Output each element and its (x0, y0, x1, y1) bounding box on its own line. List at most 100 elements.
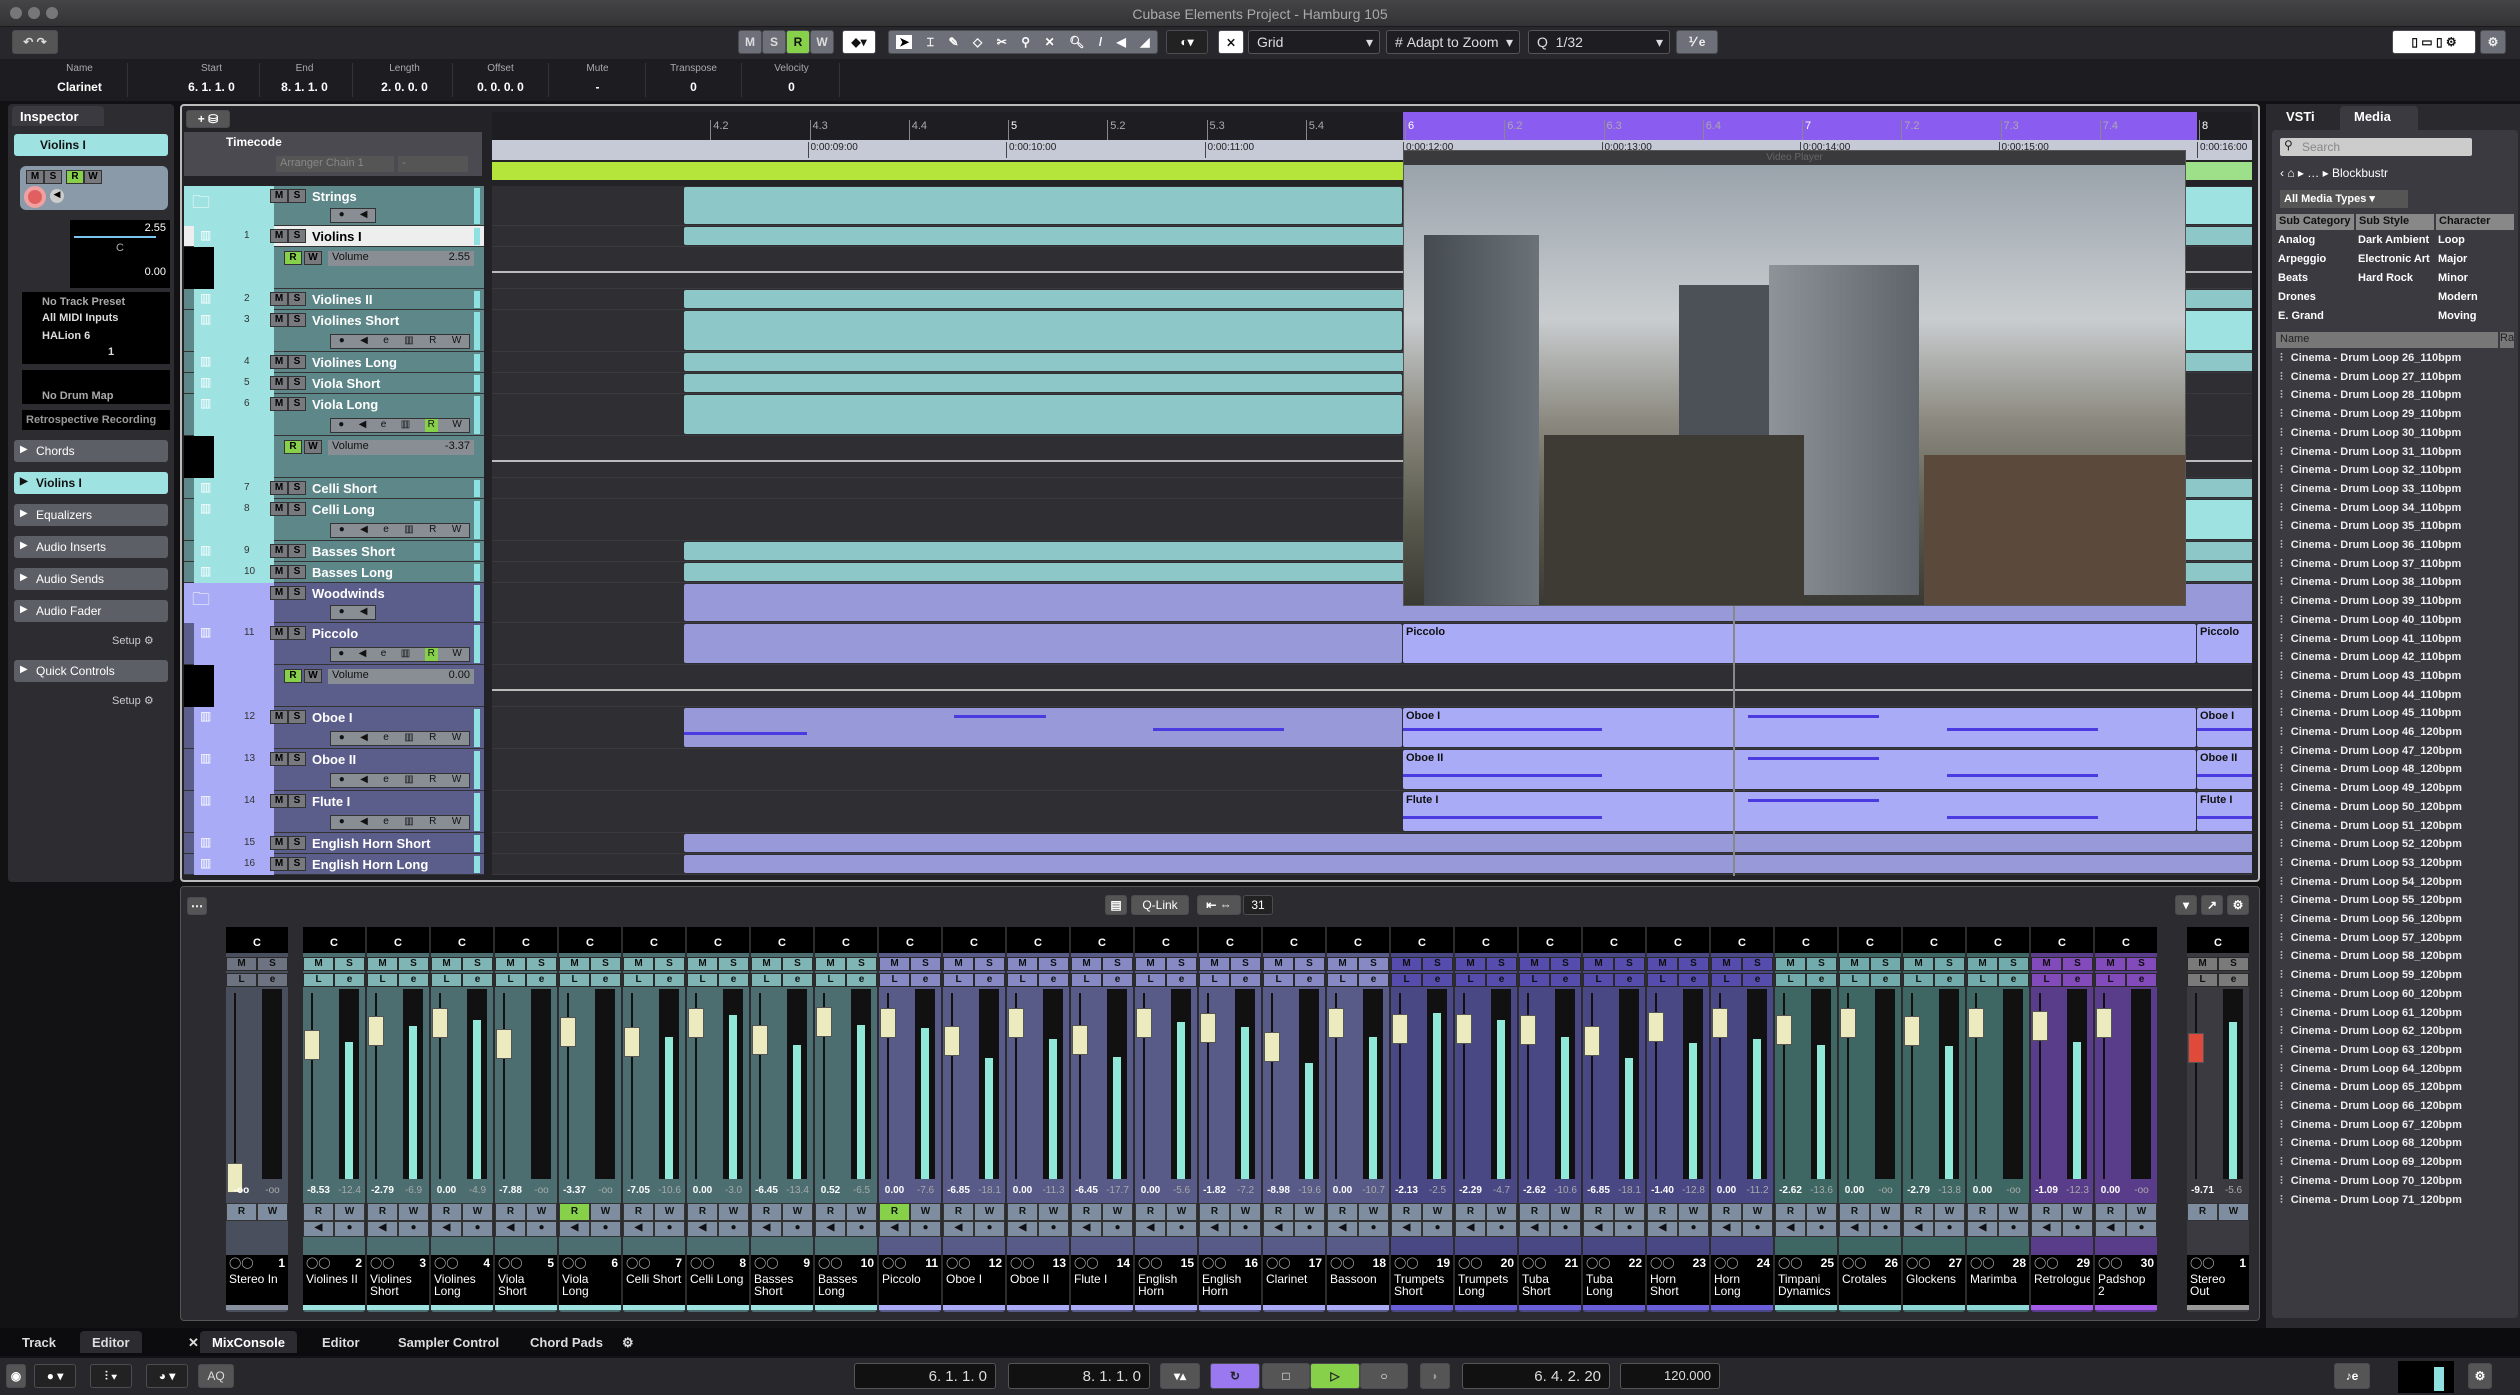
channel-name-field[interactable]: ◯◯ 9 Basses Short (751, 1255, 813, 1305)
write-automation-button[interactable]: W (1102, 1203, 1133, 1221)
listen-button[interactable]: L (623, 973, 654, 987)
record-enable-button[interactable]: ● (782, 1221, 813, 1237)
record-enable-button[interactable]: ● (1358, 1221, 1389, 1237)
monitor-button[interactable]: ◀ (623, 1221, 654, 1237)
listen-button[interactable]: L (303, 973, 334, 987)
solo-button[interactable]: S (44, 170, 62, 184)
pan-control[interactable]: C (226, 927, 288, 953)
record-enable-button[interactable]: ● (590, 1221, 621, 1237)
pan-control[interactable]: C (1903, 927, 1965, 953)
write-automation-button[interactable]: W (1870, 1203, 1901, 1221)
media-list-item[interactable]: ⫶ Cinema - Drum Loop 47_120bpm (2280, 745, 2462, 758)
metronome-icon[interactable]: ♪e (2334, 1363, 2370, 1389)
edit-channel-button[interactable]: e (1102, 973, 1133, 987)
locator-nudge-icon[interactable]: ▾▴ (1160, 1363, 1200, 1389)
fader-value[interactable]: 0.00 (879, 1185, 910, 1199)
media-list-item[interactable]: ⫶ Cinema - Drum Loop 40_110bpm (2280, 614, 2461, 627)
media-type-dropdown[interactable]: All Media Types ▾ (2280, 190, 2408, 208)
monitor-button[interactable]: ◀ (1327, 1221, 1358, 1237)
mute-button[interactable]: M (1199, 957, 1230, 971)
record-enable-button[interactable]: ● (1614, 1221, 1645, 1237)
read-automation-button[interactable]: R (943, 1203, 974, 1221)
pan-control[interactable]: C (1455, 927, 1517, 953)
tab-chord-pads[interactable]: Chord Pads (518, 1331, 615, 1353)
read-automation-button[interactable]: R (1135, 1203, 1166, 1221)
media-list-item[interactable]: ⫶ Cinema - Drum Loop 26_110bpm (2280, 352, 2461, 365)
write-automation-button[interactable]: W (590, 1203, 621, 1221)
midi-event[interactable] (684, 374, 1402, 392)
read-automation-button[interactable]: R (2095, 1203, 2126, 1221)
track-lane[interactable] (492, 854, 2252, 875)
pan-control[interactable]: C (1327, 927, 1389, 953)
audio-sends-section[interactable]: Audio Sends (14, 568, 168, 590)
volume-pan-section[interactable]: 2.55 C 0.00 (70, 220, 170, 288)
mute-button[interactable]: M (879, 957, 910, 971)
record-enable-button[interactable]: ● (1166, 1221, 1197, 1237)
channel-name-field[interactable]: ◯◯ 21 Tuba Short (1519, 1255, 1581, 1305)
channel-name-field[interactable]: ◯◯ 5 Viola Short (495, 1255, 557, 1305)
read-automation-button[interactable]: R (623, 1203, 654, 1221)
solo-button[interactable]: S (782, 957, 813, 971)
media-list-item[interactable]: ⫶ Cinema - Drum Loop 68_120bpm (2280, 1137, 2462, 1150)
edit-channel-button[interactable]: e (1934, 973, 1965, 987)
mute-button[interactable]: M (1967, 957, 1998, 971)
pan-control[interactable]: C (1839, 927, 1901, 953)
read-automation-button[interactable]: R (559, 1203, 590, 1221)
read-automation-button[interactable]: R (66, 170, 84, 184)
click-icon[interactable]: ◗ (1420, 1363, 1450, 1389)
edit-channel-button[interactable]: e (654, 973, 685, 987)
media-list-item[interactable]: ⫶ Cinema - Drum Loop 56_120bpm (2280, 913, 2462, 926)
fader-value[interactable]: -2.79 (1903, 1185, 1934, 1199)
listen-button[interactable]: L (1135, 973, 1166, 987)
media-list-item[interactable]: ⫶ Cinema - Drum Loop 59_120bpm (2280, 969, 2462, 982)
read-automation-button[interactable]: R (879, 1203, 910, 1221)
write-automation-button[interactable]: W (526, 1203, 557, 1221)
record-enable-button[interactable]: ● (1038, 1221, 1069, 1237)
info-value[interactable]: 0 (646, 80, 741, 94)
solo-button[interactable]: S (1550, 957, 1581, 971)
media-list-item[interactable]: ⫶ Cinema - Drum Loop 70_120bpm (2280, 1175, 2462, 1188)
volume-fader[interactable] (1072, 1025, 1088, 1056)
color-menu-button[interactable]: ◐▾ (1166, 30, 1208, 54)
tab-mixconsole[interactable]: MixConsole (200, 1331, 297, 1353)
pan-control[interactable]: C (1135, 927, 1197, 953)
record-enable-button[interactable]: ● (1102, 1221, 1133, 1237)
monitor-button[interactable]: ◀ (1263, 1221, 1294, 1237)
volume-fader[interactable] (432, 1008, 448, 1039)
media-list-item[interactable]: ⫶ Cinema - Drum Loop 64_120bpm (2280, 1063, 2462, 1076)
info-offset[interactable]: Offset 0. 0. 0. 0 (453, 63, 549, 97)
retrospective-recording-dropdown[interactable]: Retrospective Recording (22, 410, 170, 430)
volume-fader[interactable] (2032, 1011, 2048, 1042)
pan-control[interactable]: C (1263, 927, 1325, 953)
media-list-item[interactable]: ⫶ Cinema - Drum Loop 36_110bpm (2280, 539, 2461, 552)
quick-controls-section[interactable]: Quick Controls (14, 660, 168, 682)
volume-fader[interactable] (1584, 1026, 1600, 1057)
fader-value[interactable]: -oo (226, 1185, 257, 1199)
info-value[interactable]: 2. 0. 0. 0 (357, 80, 452, 94)
media-list-item[interactable]: ⫶ Cinema - Drum Loop 71_120bpm (2280, 1194, 2462, 1207)
fader-value[interactable]: -1.40 (1647, 1185, 1678, 1199)
edit-channel-button[interactable]: e (974, 973, 1005, 987)
filter-option[interactable]: Electronic Art (2358, 253, 2430, 265)
filter-option[interactable]: Hard Rock (2358, 272, 2413, 284)
volume-fader[interactable] (1712, 1008, 1728, 1039)
track-lane[interactable] (492, 833, 2252, 854)
record-button[interactable]: ○ (1360, 1363, 1408, 1389)
mute-button[interactable]: M (1519, 957, 1550, 971)
listen-button[interactable]: L (1711, 973, 1742, 987)
channel-name-field[interactable]: ◯◯ 24 Horn Long (1711, 1255, 1773, 1305)
solo-button[interactable]: S (974, 957, 1005, 971)
track-lane[interactable]: Piccolo Piccolo (492, 623, 2252, 665)
write-automation-button[interactable]: W (1422, 1203, 1453, 1221)
listen-button[interactable]: L (2031, 973, 2062, 987)
tab-vsti[interactable]: VSTi (2278, 106, 2323, 127)
read-automation-button[interactable]: R (1327, 1203, 1358, 1221)
volume-fader[interactable] (1904, 1015, 1920, 1046)
write-automation-button[interactable]: W (334, 1203, 365, 1221)
fader-value[interactable]: -9.71 (2187, 1185, 2218, 1199)
volume-fader[interactable] (1136, 1008, 1152, 1039)
solo-button[interactable]: S (398, 957, 429, 971)
global-s-button[interactable]: S (762, 30, 786, 54)
fader-value[interactable]: -8.53 (303, 1185, 334, 1199)
record-enable-button[interactable]: ● (1870, 1221, 1901, 1237)
